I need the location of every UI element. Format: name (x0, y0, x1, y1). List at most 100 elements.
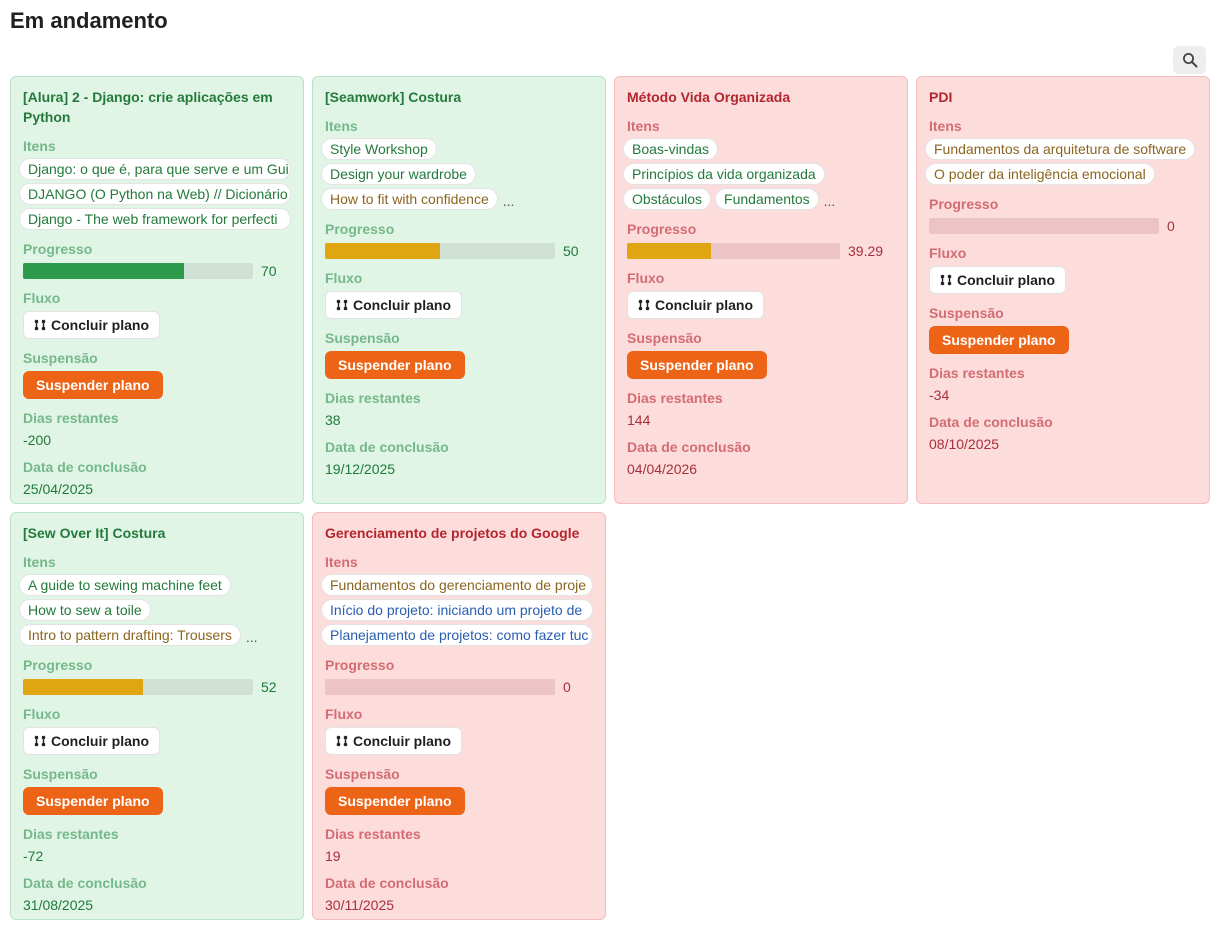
suspend-plan-button[interactable]: Suspender plano (325, 787, 465, 815)
progress-row: 52 (23, 679, 291, 695)
completion-date-value: 04/04/2026 (627, 461, 698, 477)
completion-date-label: Data de conclusão (23, 459, 147, 475)
days-left-value: 38 (325, 412, 341, 428)
plan-card[interactable]: [Seamwork] Costura Itens Style Workshop … (312, 76, 606, 504)
search-button[interactable] (1173, 46, 1206, 74)
item-chip[interactable]: O poder da inteligência emocional (925, 163, 1155, 185)
progress-row: 39.29 (627, 243, 895, 259)
progress-bar (929, 218, 1159, 234)
item-chip[interactable]: Django - The web framework for perfecti (19, 208, 291, 230)
card-title[interactable]: Método Vida Organizada (627, 87, 895, 107)
item-chip[interactable]: DJANGO (O Python na Web) // Dicionário (19, 183, 291, 205)
progress-fill (23, 263, 184, 279)
progress-label: Progresso (929, 196, 999, 212)
progress-row: 0 (929, 218, 1197, 234)
complete-plan-button[interactable]: Concluir plano (23, 311, 160, 339)
suspend-plan-button[interactable]: Suspender plano (23, 787, 163, 815)
card-title[interactable]: [Alura] 2 - Django: crie aplicações em P… (23, 87, 291, 127)
item-chip[interactable]: How to sew a toile (19, 599, 151, 621)
items-list: Boas-vindas Princípios da vida organizad… (623, 138, 895, 210)
complete-plan-label: Concluir plano (51, 317, 149, 333)
item-chip[interactable]: A guide to sewing machine feet (19, 574, 231, 596)
item-chip[interactable]: Fundamentos (715, 188, 819, 210)
more-items[interactable]: ... (245, 624, 258, 646)
card-title[interactable]: Gerenciamento de projetos do Google (325, 523, 593, 543)
progress-row: 70 (23, 263, 291, 279)
flow-icon (34, 735, 46, 747)
plan-card[interactable]: [Sew Over It] Costura Itens A guide to s… (10, 512, 304, 920)
items-list: Fundamentos do gerenciamento de proje In… (321, 574, 593, 646)
suspend-plan-button[interactable]: Suspender plano (627, 351, 767, 379)
item-chip[interactable]: How to fit with confidence (321, 188, 498, 210)
suspension-label: Suspensão (325, 330, 400, 346)
more-items[interactable]: ... (823, 188, 836, 210)
progress-fill (627, 243, 711, 259)
items-list: A guide to sewing machine feet How to se… (19, 574, 291, 646)
completion-date-value: 19/12/2025 (325, 461, 396, 477)
more-items[interactable]: ... (502, 188, 515, 210)
card-title[interactable]: PDI (929, 87, 1197, 107)
complete-plan-label: Concluir plano (353, 297, 451, 313)
days-left-value: -200 (23, 432, 52, 448)
completion-date-value: 25/04/2025 (23, 481, 94, 497)
item-chip[interactable]: Intro to pattern drafting: Trousers (19, 624, 241, 646)
complete-plan-button[interactable]: Concluir plano (627, 291, 764, 319)
items-list: Fundamentos da arquitetura de software O… (925, 138, 1197, 185)
item-chip[interactable]: Início do projeto: iniciando um projeto … (321, 599, 593, 621)
item-chip[interactable]: Boas-vindas (623, 138, 719, 160)
progress-row: 0 (325, 679, 593, 695)
progress-value: 70 (261, 263, 277, 279)
suspend-plan-button[interactable]: Suspender plano (23, 371, 163, 399)
item-chip[interactable]: Django: o que é, para que serve e um Gui (19, 158, 291, 180)
item-chip[interactable]: Fundamentos da arquitetura de software (925, 138, 1196, 160)
items-label: Itens (325, 118, 358, 134)
flow-icon (336, 299, 348, 311)
complete-plan-button[interactable]: Concluir plano (325, 291, 462, 319)
progress-label: Progresso (627, 221, 697, 237)
plan-card[interactable]: Método Vida Organizada Itens Boas-vindas… (614, 76, 908, 504)
item-chip[interactable]: Style Workshop (321, 138, 437, 160)
complete-plan-label: Concluir plano (655, 297, 753, 313)
completion-date-value: 30/11/2025 (325, 897, 395, 913)
completion-date-value: 31/08/2025 (23, 897, 94, 913)
complete-plan-button[interactable]: Concluir plano (929, 266, 1066, 294)
progress-label: Progresso (23, 241, 93, 257)
flow-icon (336, 735, 348, 747)
plan-card[interactable]: Gerenciamento de projetos do Google Iten… (312, 512, 606, 920)
suspension-label: Suspensão (627, 330, 702, 346)
flow-icon (34, 319, 46, 331)
suspend-plan-button[interactable]: Suspender plano (929, 326, 1069, 354)
flow-icon (940, 274, 952, 286)
items-label: Itens (23, 554, 56, 570)
items-list: Django: o que é, para que serve e um Gui… (19, 158, 291, 230)
flow-label: Fluxo (23, 290, 61, 306)
item-chip[interactable]: Design your wardrobe (321, 163, 476, 185)
progress-bar (325, 243, 555, 259)
progress-fill (325, 243, 440, 259)
progress-bar (23, 263, 253, 279)
flow-label: Fluxo (325, 706, 363, 722)
flow-label: Fluxo (627, 270, 665, 286)
progress-bar (325, 679, 555, 695)
progress-value: 50 (563, 243, 579, 259)
card-title[interactable]: [Sew Over It] Costura (23, 523, 291, 543)
plan-card[interactable]: PDI Itens Fundamentos da arquitetura de … (916, 76, 1210, 504)
suspend-plan-button[interactable]: Suspender plano (325, 351, 465, 379)
days-left-label: Dias restantes (627, 390, 723, 406)
days-left-label: Dias restantes (23, 826, 119, 842)
days-left-label: Dias restantes (929, 365, 1025, 381)
complete-plan-label: Concluir plano (957, 272, 1055, 288)
complete-plan-button[interactable]: Concluir plano (23, 727, 160, 755)
card-title[interactable]: [Seamwork] Costura (325, 87, 593, 107)
plan-card[interactable]: [Alura] 2 - Django: crie aplicações em P… (10, 76, 304, 504)
item-chip[interactable]: Planejamento de projetos: como fazer tuc (321, 624, 593, 646)
completion-date-label: Data de conclusão (627, 439, 751, 455)
completion-date-label: Data de conclusão (929, 414, 1053, 430)
item-chip[interactable]: Obstáculos (623, 188, 712, 210)
item-chip[interactable]: Princípios da vida organizada (623, 163, 825, 185)
item-chip[interactable]: Fundamentos do gerenciamento de proje (321, 574, 593, 596)
complete-plan-button[interactable]: Concluir plano (325, 727, 462, 755)
items-label: Itens (23, 138, 56, 154)
completion-date-label: Data de conclusão (325, 875, 449, 891)
items-list: Style Workshop Design your wardrobe How … (321, 138, 593, 210)
